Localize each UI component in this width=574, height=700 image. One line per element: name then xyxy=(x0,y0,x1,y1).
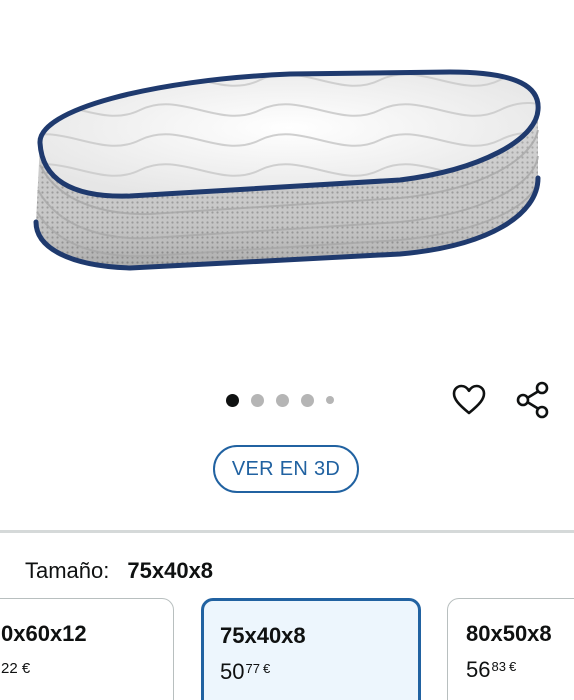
price-cents: 22 xyxy=(1,660,18,677)
share-icon xyxy=(516,381,549,419)
size-option-price: 5077 € xyxy=(220,659,270,685)
size-option-name: 0x60x12 xyxy=(1,621,87,646)
size-option-0x60x12[interactable]: 0x60x12 22 € xyxy=(0,598,174,700)
carousel-dot[interactable] xyxy=(226,393,239,407)
size-option-name: 75x40x8 xyxy=(220,623,306,648)
price-main: 56 xyxy=(466,657,491,682)
share-button[interactable] xyxy=(512,380,554,420)
carousel-dot[interactable] xyxy=(326,396,334,404)
price-currency: € xyxy=(508,659,517,674)
view-in-3d-label: VER EN 3D xyxy=(231,457,341,480)
price-currency: € xyxy=(262,661,271,676)
view-in-3d-button[interactable]: VER EN 3D xyxy=(213,445,359,493)
size-option-price: 5683 € xyxy=(466,657,516,683)
mattress-image xyxy=(33,69,541,271)
carousel-dot[interactable] xyxy=(301,393,314,407)
size-option-75x40x8[interactable]: 75x40x8 5077 € xyxy=(201,598,421,700)
carousel-dot[interactable] xyxy=(276,393,289,407)
price-main: 50 xyxy=(220,659,245,684)
size-option-name: 80x50x8 xyxy=(466,621,552,646)
wishlist-button[interactable] xyxy=(449,380,489,420)
price-cents: 77 xyxy=(245,661,260,676)
product-page: VER EN 3D Tamaño: 75x40x8 0x60x12 22 € 7… xyxy=(0,0,574,700)
price-cents: 83 xyxy=(491,659,506,674)
section-divider xyxy=(0,530,574,533)
size-label: Tamaño: xyxy=(25,558,110,583)
carousel-indicator[interactable] xyxy=(226,392,334,408)
price-currency: € xyxy=(21,660,31,677)
size-option-80x50x8[interactable]: 80x50x8 5683 € xyxy=(447,598,574,700)
size-option-price: 22 € xyxy=(1,660,30,677)
size-selector-header: Tamaño: 75x40x8 xyxy=(25,558,213,584)
selected-size-value: 75x40x8 xyxy=(127,558,214,583)
carousel-dot[interactable] xyxy=(251,393,264,407)
heart-icon xyxy=(452,384,486,415)
product-image[interactable] xyxy=(0,0,574,370)
